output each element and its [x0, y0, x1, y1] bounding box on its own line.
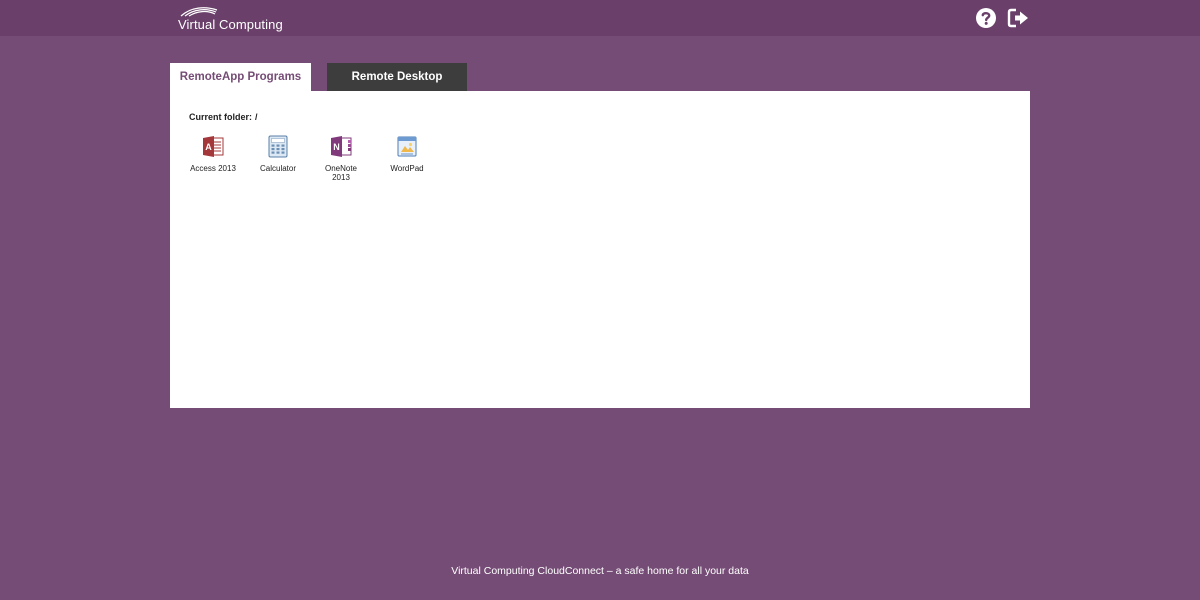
logo: Virtual Computing	[178, 4, 318, 32]
app-onenote-2013[interactable]: N OneNote 2013	[311, 134, 371, 182]
app-label: OneNote 2013	[324, 164, 358, 182]
top-bar: Virtual Computing	[0, 0, 1200, 36]
tab-remoteapp-programs[interactable]: RemoteApp Programs	[170, 63, 311, 91]
access-icon: A	[203, 136, 224, 157]
app-label: Access 2013	[190, 164, 236, 173]
svg-text:N: N	[333, 142, 340, 152]
app-access-2013[interactable]: A Access 2013	[183, 134, 243, 173]
logout-icon[interactable]	[1007, 7, 1029, 29]
current-folder-label: Current folder:	[189, 112, 252, 122]
app-calculator[interactable]: Calculator	[248, 134, 308, 173]
help-icon[interactable]	[975, 7, 997, 29]
programs-panel: Current folder: / A Access 2013 Calculat…	[170, 91, 1030, 408]
calculator-icon	[268, 135, 288, 158]
footer-text: Virtual Computing CloudConnect – a safe …	[451, 565, 749, 577]
current-folder: Current folder: /	[189, 112, 258, 122]
logo-swoosh-icon	[180, 7, 218, 17]
wordpad-icon	[397, 136, 417, 157]
current-folder-value: /	[255, 112, 258, 122]
app-label: Calculator	[259, 164, 296, 173]
onenote-icon: N	[331, 136, 352, 157]
app-wordpad[interactable]: WordPad	[377, 134, 437, 173]
logo-text: Virtual Computing	[178, 17, 283, 32]
app-label: WordPad	[390, 164, 424, 173]
svg-text:A: A	[205, 142, 212, 152]
tab-remote-desktop[interactable]: Remote Desktop	[327, 63, 467, 91]
